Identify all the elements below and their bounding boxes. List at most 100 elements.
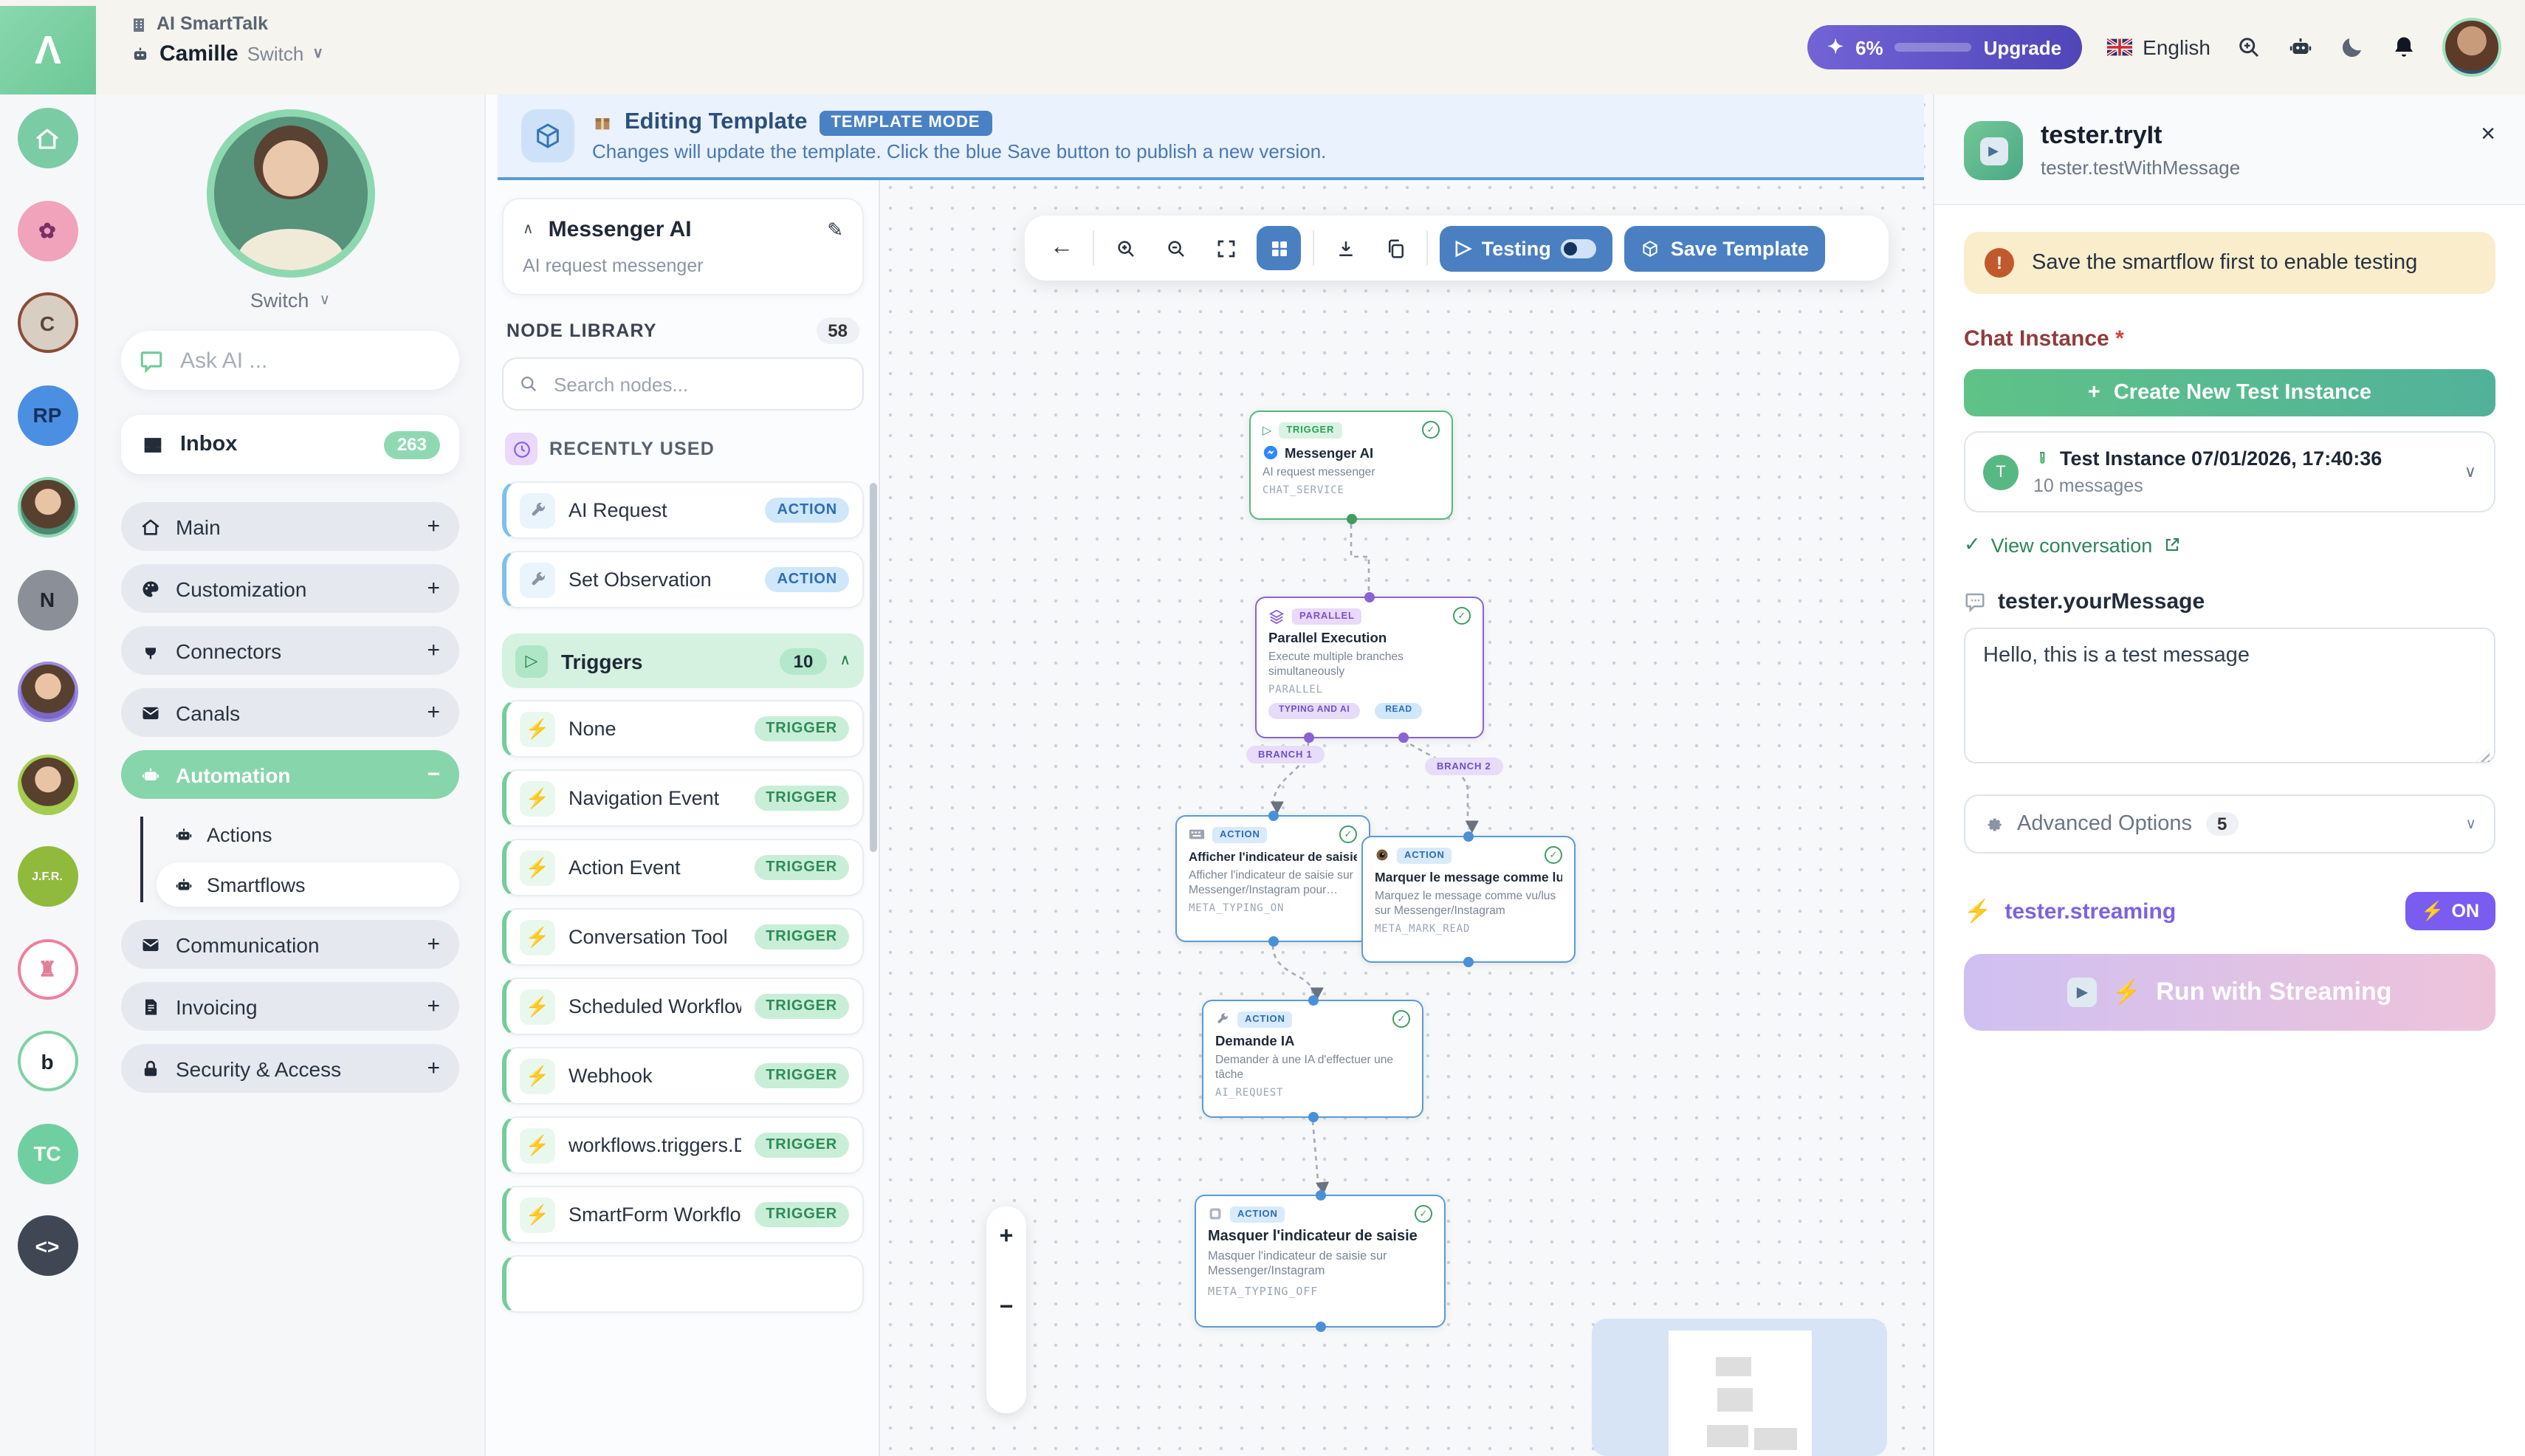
output-handle[interactable] (1463, 957, 1474, 967)
workspace-avatar-workspace-jfr[interactable]: J.F.R. (17, 846, 78, 907)
expand-toggle[interactable]: + (427, 638, 440, 663)
node-library-item-trigger[interactable]: ⚡ workflows.triggers.DIC... TRIGGER (502, 1116, 864, 1174)
user-avatar[interactable] (2442, 18, 2501, 77)
output-typing-and-ai[interactable]: TYPING AND AI (1268, 703, 1360, 719)
dark-mode-icon[interactable] (2339, 34, 2366, 61)
sidebar-item-main[interactable]: Main + (121, 502, 459, 551)
scrollbar-thumb[interactable] (870, 483, 877, 852)
workspace-avatar-workspace-tc[interactable]: TC (17, 1123, 78, 1184)
output-handle[interactable] (1346, 514, 1356, 524)
zoom-in-button[interactable] (1106, 229, 1144, 267)
workspace-avatar-workspace-support[interactable] (17, 754, 78, 814)
expand-toggle[interactable]: + (427, 700, 440, 725)
workspace-avatar-workspace-consult[interactable] (17, 662, 78, 722)
triggers-group-header[interactable]: ▷ Triggers 10 ∧ (502, 633, 864, 688)
input-handle[interactable] (1268, 811, 1278, 821)
flow-node-trigger-messenger[interactable]: ▷ TRIGGER ✓ Messenger AI AI request mess… (1249, 411, 1453, 520)
node-library-item-trigger[interactable]: ⚡ Navigation Event TRIGGER (502, 769, 864, 827)
sidebar-item-invoicing[interactable]: Invoicing + (121, 982, 459, 1031)
workspace-avatar-home[interactable] (17, 108, 78, 168)
output-handle[interactable] (1308, 1112, 1318, 1122)
search-icon[interactable] (2236, 34, 2262, 61)
advanced-options-toggle[interactable]: Advanced Options 5 ∨ (1964, 794, 2495, 854)
expand-toggle[interactable]: − (427, 762, 440, 787)
expand-toggle[interactable]: + (427, 994, 440, 1019)
language-selector[interactable]: English (2107, 35, 2210, 59)
workspace-avatar-workspace-castle[interactable]: ♜ (17, 938, 78, 999)
switch-workspace[interactable]: Switch (247, 43, 304, 67)
workspace-avatar-workspace-jardin[interactable]: ✿ (17, 200, 78, 261)
workspace-avatar-workspace-n[interactable]: N (17, 569, 78, 630)
node-library-item-action[interactable]: AI Request ACTION (502, 481, 864, 539)
sidebar-item-connectors[interactable]: Connectors + (121, 626, 459, 675)
sidebar-item-inbox[interactable]: Inbox 263 (121, 415, 459, 474)
back-button[interactable]: ← (1042, 229, 1081, 267)
output-handle[interactable] (1268, 936, 1278, 947)
workspace-avatar-workspace-b[interactable]: b (17, 1031, 78, 1091)
sidebar-subitem-smartflows[interactable]: Smartflows (157, 862, 459, 907)
node-search-input[interactable] (551, 371, 848, 396)
notifications-bell-icon[interactable] (2391, 34, 2417, 61)
zoom-out-control[interactable]: − (1000, 1295, 1014, 1322)
flow-node-typing-off[interactable]: ACTION ✓ Masquer l'indicateur de saisie … (1195, 1195, 1446, 1328)
node-library-item-trigger[interactable] (502, 1255, 864, 1313)
switch-profile[interactable]: Switch∨ (121, 289, 459, 312)
node-library-item-trigger[interactable]: ⚡ Action Event TRIGGER (502, 839, 864, 896)
zoom-in-control[interactable]: + (1000, 1224, 1014, 1251)
ask-ai-input[interactable] (177, 346, 442, 374)
run-with-streaming-button[interactable]: ▶ ⚡ Run with Streaming (1964, 954, 2495, 1031)
expand-toggle[interactable]: + (427, 514, 440, 539)
input-handle[interactable] (1364, 592, 1375, 602)
edit-pencil-icon[interactable]: ✎ (827, 218, 843, 241)
node-library-item-trigger[interactable]: ⚡ Conversation Tool TRIGGER (502, 908, 864, 966)
testing-toggle[interactable] (1562, 238, 1597, 258)
testing-button[interactable]: ▷ Testing (1440, 225, 1613, 271)
save-template-button[interactable]: Save Template (1625, 225, 1825, 271)
flow-node-ai-request[interactable]: ACTION ✓ Demande IA Demander à une IA d'… (1202, 1000, 1423, 1118)
streaming-on-toggle[interactable]: ⚡ON (2405, 892, 2495, 930)
flow-canvas[interactable]: ← ▷ Testing Save Template ▷ (880, 95, 1933, 1456)
expand-toggle[interactable]: + (427, 576, 440, 601)
download-button[interactable] (1326, 229, 1364, 267)
workspace-avatar-workspace-c[interactable]: C (17, 292, 78, 353)
sidebar-subitem-actions[interactable]: Actions (157, 812, 459, 856)
collapse-chevron-icon[interactable]: ∧ (523, 222, 534, 238)
input-handle[interactable] (1315, 1190, 1325, 1201)
input-handle[interactable] (1463, 831, 1474, 842)
workspace-avatar-workspace-rp[interactable]: RP (17, 385, 78, 445)
ai-assistant-icon[interactable] (2287, 34, 2314, 61)
node-library-item-trigger[interactable]: ⚡ Scheduled Workflow TRIGGER (502, 978, 864, 1035)
canvas-minimap[interactable] (1592, 1319, 1887, 1456)
brand-logo[interactable]: Λ (0, 6, 96, 95)
node-search-box[interactable] (502, 357, 864, 411)
profile-avatar[interactable] (206, 109, 374, 278)
expand-toggle[interactable]: + (427, 932, 440, 957)
test-message-input[interactable]: Hello, this is a test message (1964, 628, 2495, 763)
flow-node-mark-read[interactable]: ACTION ✓ Marquer le message comme lu Mar… (1361, 836, 1576, 963)
output-read[interactable]: READ (1375, 703, 1422, 719)
sidebar-item-automation[interactable]: Automation − (121, 750, 459, 799)
duplicate-button[interactable] (1376, 229, 1415, 267)
fit-view-button[interactable] (1206, 229, 1245, 267)
view-conversation-link[interactable]: ✓ View conversation (1964, 533, 2495, 557)
node-library-item-trigger[interactable]: ⚡ SmartForm Workflow TRIGGER (502, 1186, 864, 1243)
workspace-avatar-workspace-camille[interactable] (17, 477, 78, 538)
sidebar-item-canals[interactable]: Canals + (121, 688, 459, 737)
node-library-item-trigger[interactable]: ⚡ None TRIGGER (502, 700, 864, 758)
upgrade-button[interactable]: ✦ 6% Upgrade (1807, 25, 2082, 69)
zoom-out-button[interactable] (1156, 229, 1195, 267)
create-test-instance-button[interactable]: + Create New Test Instance (1964, 369, 2495, 416)
workspace-avatar-workspace-code[interactable]: <> (17, 1215, 78, 1276)
node-library-item-trigger[interactable]: ⚡ Webhook TRIGGER (502, 1047, 864, 1105)
input-handle[interactable] (1308, 995, 1318, 1006)
close-icon[interactable]: × (2481, 121, 2495, 180)
sidebar-item-communication[interactable]: Communication + (121, 920, 459, 969)
flow-node-typing-on[interactable]: ACTION ✓ Afficher l'indicateur de saisie… (1175, 815, 1370, 942)
node-library-item-action[interactable]: Set Observation ACTION (502, 551, 864, 608)
flow-node-parallel[interactable]: PARALLEL ✓ Parallel Execution Execute mu… (1255, 597, 1484, 738)
output-handle-1[interactable] (1304, 732, 1314, 743)
ask-ai-box[interactable] (121, 331, 459, 390)
sidebar-item-security-access[interactable]: Security & Access + (121, 1044, 459, 1093)
grid-layout-button[interactable] (1257, 226, 1301, 270)
output-handle-2[interactable] (1398, 732, 1409, 743)
